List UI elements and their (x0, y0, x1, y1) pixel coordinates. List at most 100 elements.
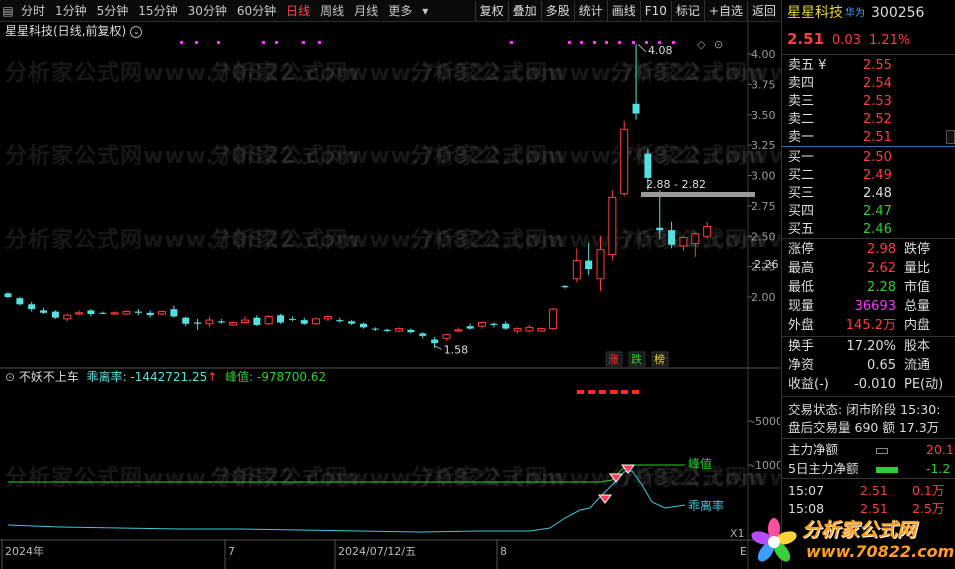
candle[interactable] (632, 44, 640, 120)
candle[interactable] (170, 305, 178, 318)
candle[interactable] (371, 327, 379, 332)
tab-8[interactable]: 月线 (349, 0, 383, 21)
tab-5[interactable]: 60分钟 (232, 0, 281, 21)
candle[interactable] (194, 318, 202, 330)
candle[interactable] (253, 315, 261, 327)
candle[interactable] (99, 311, 107, 315)
stock-name[interactable]: 星星科技 (787, 5, 843, 21)
candle[interactable] (502, 321, 510, 330)
toolbar-button-4[interactable]: 画线 (606, 0, 640, 21)
ytick-label: 3.00 (751, 170, 776, 183)
candle[interactable] (608, 190, 617, 261)
candle[interactable] (395, 327, 404, 333)
more-chevron-icon[interactable]: ▾ (417, 0, 433, 21)
candle[interactable] (703, 221, 712, 239)
candle[interactable] (442, 333, 451, 341)
candle[interactable] (525, 324, 534, 333)
ask-row[interactable]: 卖二 2.52 (788, 110, 892, 129)
tab-2[interactable]: 5分钟 (92, 0, 134, 21)
candle[interactable] (264, 315, 273, 325)
ask-label: 卖四 (788, 76, 815, 91)
candle[interactable] (513, 327, 522, 334)
candle[interactable] (549, 307, 558, 330)
bid-row[interactable]: 买四 2.47 (788, 202, 892, 221)
candle[interactable] (288, 316, 296, 322)
ask-row[interactable]: 卖四 2.54 (788, 74, 892, 93)
low-label: 1.58 (444, 343, 469, 356)
candle[interactable] (336, 317, 344, 323)
svg-text:涨: 涨 (608, 353, 619, 366)
tab-9[interactable]: 更多 (383, 0, 417, 21)
toolbar-button-6[interactable]: 标记 (670, 0, 704, 21)
xaxis-label: 7 (228, 545, 235, 558)
candle[interactable] (75, 310, 84, 316)
tab-1[interactable]: 1分钟 (50, 0, 92, 21)
candle[interactable] (51, 310, 59, 319)
bid-row[interactable]: 买一 2.50 (788, 148, 892, 167)
candle[interactable] (679, 236, 688, 251)
candle[interactable] (656, 190, 664, 239)
toolbar-button-7[interactable]: +自选 (703, 0, 747, 21)
candle[interactable] (407, 328, 415, 334)
candle[interactable] (323, 315, 332, 322)
candle[interactable] (158, 310, 167, 316)
candle[interactable] (383, 328, 391, 333)
toolbar-button-1[interactable]: 叠加 (507, 0, 541, 21)
candle[interactable] (16, 297, 24, 306)
tab-4[interactable]: 30分钟 (183, 0, 232, 21)
candle[interactable] (28, 301, 36, 312)
candle[interactable] (300, 317, 308, 325)
candle[interactable] (205, 316, 214, 328)
candle[interactable] (620, 120, 629, 197)
candle[interactable] (229, 321, 238, 327)
candle[interactable] (4, 292, 12, 299)
candle[interactable] (454, 327, 463, 333)
candle[interactable] (572, 248, 581, 283)
bid-row[interactable]: 买三 2.48 (788, 184, 892, 203)
candle[interactable] (134, 309, 142, 316)
candle[interactable] (40, 307, 48, 315)
candle[interactable] (217, 318, 225, 324)
ask-row[interactable]: 卖一 2.51 (788, 128, 892, 147)
toolbar-button-3[interactable]: 统计 (573, 0, 607, 21)
candle[interactable] (360, 322, 367, 329)
candle[interactable] (182, 316, 190, 327)
indicator-toggle-icon[interactable]: ⊙ (5, 370, 15, 384)
tab-0[interactable]: 分时 (16, 0, 50, 21)
candle[interactable] (241, 316, 249, 324)
tab-3[interactable]: 15分钟 (133, 0, 182, 21)
candle[interactable] (537, 327, 546, 333)
bid-row[interactable]: 买二 2.49 (788, 166, 892, 185)
candle[interactable] (691, 232, 700, 257)
candle[interactable] (87, 309, 95, 317)
bid-row[interactable]: 买五 2.46 (788, 220, 892, 239)
candle[interactable] (312, 317, 321, 325)
toolbar-button-2[interactable]: 多股 (540, 0, 574, 21)
indicator-name[interactable]: 不妖不上车 (19, 370, 79, 384)
candle[interactable] (419, 332, 427, 339)
ask-row[interactable]: 卖三 2.53 (788, 92, 892, 111)
candle[interactable] (146, 310, 154, 318)
candle[interactable] (585, 242, 593, 276)
candle[interactable] (561, 284, 569, 289)
candle[interactable] (466, 323, 474, 330)
candle[interactable] (596, 236, 605, 291)
toolbar-button-8[interactable]: 返回 (746, 0, 780, 21)
stat-row: 涨停 2.98 跌停 (788, 240, 930, 259)
ask-row[interactable]: 卖五 ¥ 2.55 (788, 56, 892, 75)
kline-chart[interactable]: ◇ ⊙4.003.753.503.253.002.752.502.252.002.… (0, 22, 780, 569)
tab-7[interactable]: 周线 (315, 0, 349, 21)
candle[interactable] (668, 221, 676, 249)
toolbar-button-0[interactable]: 复权 (474, 0, 508, 21)
panel-scroll-handle[interactable] (946, 130, 955, 144)
candle[interactable] (122, 310, 131, 316)
toolbar-button-5[interactable]: F10 (639, 0, 671, 21)
candle[interactable] (348, 320, 356, 325)
grid-icon[interactable]: ▤ (0, 0, 16, 21)
candle[interactable] (478, 321, 486, 329)
candle[interactable] (490, 322, 498, 328)
candle[interactable] (63, 314, 72, 322)
candle[interactable] (277, 314, 285, 324)
candle[interactable] (110, 311, 119, 316)
tab-6[interactable]: 日线 (281, 0, 315, 21)
